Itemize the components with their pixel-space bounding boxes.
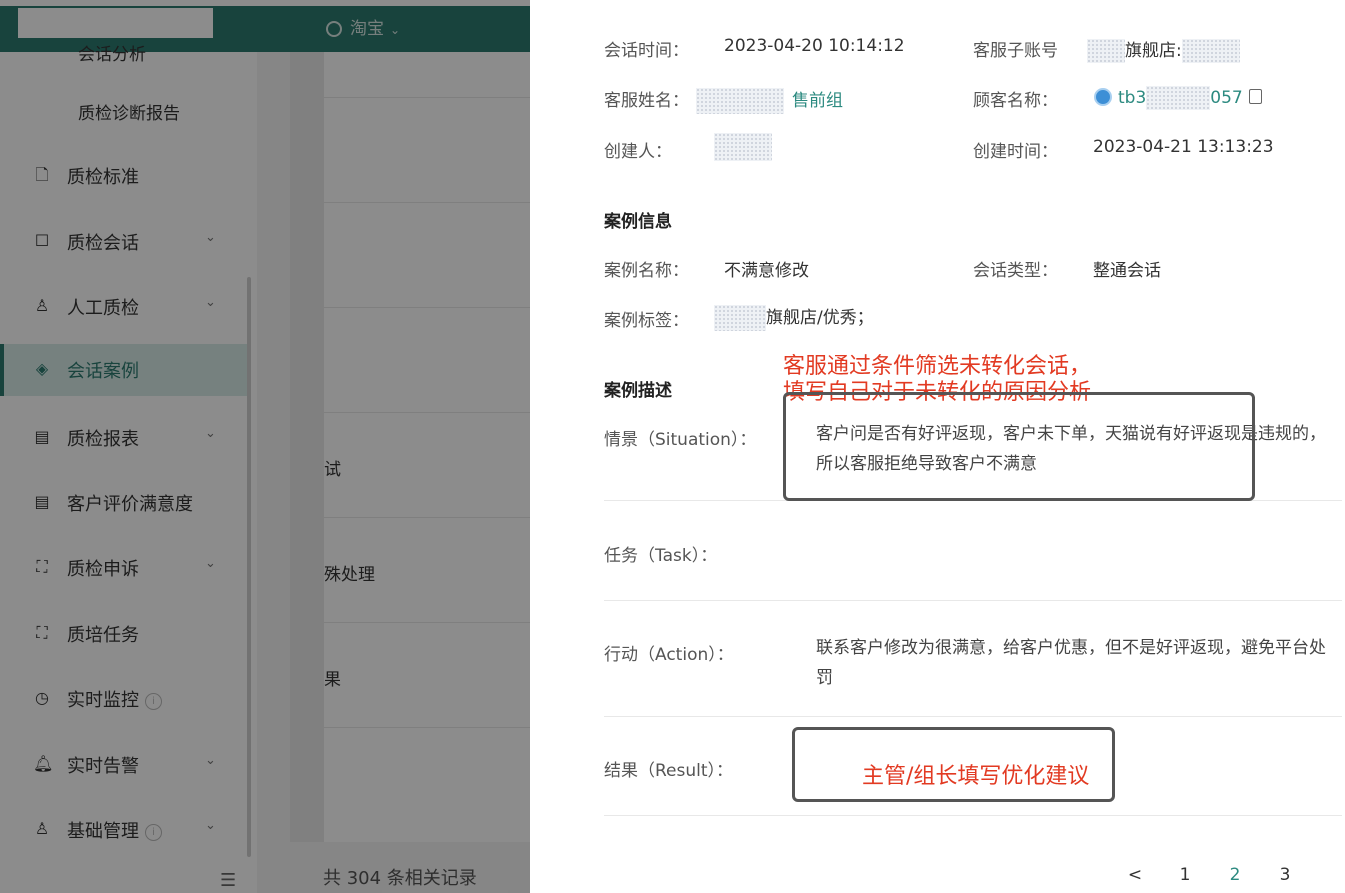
redacted-mask xyxy=(714,305,766,331)
divider xyxy=(604,815,1342,816)
annotation-box-situation xyxy=(783,392,1255,501)
pagination-prev[interactable]: < xyxy=(1110,865,1160,885)
redacted-mask xyxy=(696,88,784,114)
action-label: 行动（Action）： xyxy=(604,645,734,665)
case-name-value: 不满意修改 xyxy=(724,261,809,281)
customer-name-link[interactable]: tb3 057 xyxy=(1094,86,1262,110)
session-time-value: 2023-04-20 10:14:12 xyxy=(724,36,905,56)
redacted-mask xyxy=(1087,39,1125,63)
case-detail-drawer: 会话时间： 2023-04-20 10:14:12 客服子账号 旗舰店: 客服姓… xyxy=(530,0,1345,878)
redacted-mask xyxy=(1146,86,1211,110)
action-text: 联系客户修改为很满意，给客户优惠，但不是好评返现，避免平台处罚 xyxy=(816,638,1326,688)
created-time-label: 创建时间： xyxy=(973,142,1058,162)
annotation-note-2: 主管/组长填写优化建议 xyxy=(862,764,1090,789)
case-info-title: 案例信息 xyxy=(604,212,672,232)
agent-name-value[interactable]: 售前组 xyxy=(696,86,843,114)
created-time-value: 2023-04-21 13:13:23 xyxy=(1093,137,1274,157)
session-type-label: 会话类型： xyxy=(973,261,1058,281)
divider xyxy=(604,716,1342,717)
pagination-page[interactable]: 1 xyxy=(1160,865,1210,885)
copy-icon[interactable] xyxy=(1248,89,1262,104)
pagination-page[interactable]: 3 xyxy=(1260,865,1310,885)
redacted-mask xyxy=(1181,39,1240,63)
creator-label: 创建人： xyxy=(604,142,672,162)
case-desc-title: 案例描述 xyxy=(604,381,672,401)
sub-account-label: 客服子账号 xyxy=(973,41,1058,61)
sub-account-value: 旗舰店: xyxy=(1087,36,1240,63)
redacted-mask xyxy=(714,133,772,161)
task-label: 任务（Task）： xyxy=(604,546,718,566)
case-tag-label: 案例标签： xyxy=(604,311,689,331)
case-name-label: 案例名称： xyxy=(604,261,689,281)
pagination: <1 2 3 xyxy=(1110,865,1310,885)
modal-overlay[interactable] xyxy=(0,0,530,893)
agent-name-label: 客服姓名： xyxy=(604,91,689,111)
situation-label: 情景（Situation）： xyxy=(604,430,757,450)
divider xyxy=(604,600,1342,601)
case-tag-value: 旗舰店/优秀； xyxy=(714,303,874,331)
result-label: 结果（Result）： xyxy=(604,761,734,781)
session-time-label: 会话时间： xyxy=(604,41,689,61)
pagination-page-active[interactable]: 2 xyxy=(1210,865,1260,885)
creator-value xyxy=(714,133,772,161)
customer-name-label: 顾客名称： xyxy=(973,91,1058,111)
session-type-value: 整通会话 xyxy=(1093,261,1161,281)
wangwang-avatar-icon xyxy=(1094,88,1112,106)
